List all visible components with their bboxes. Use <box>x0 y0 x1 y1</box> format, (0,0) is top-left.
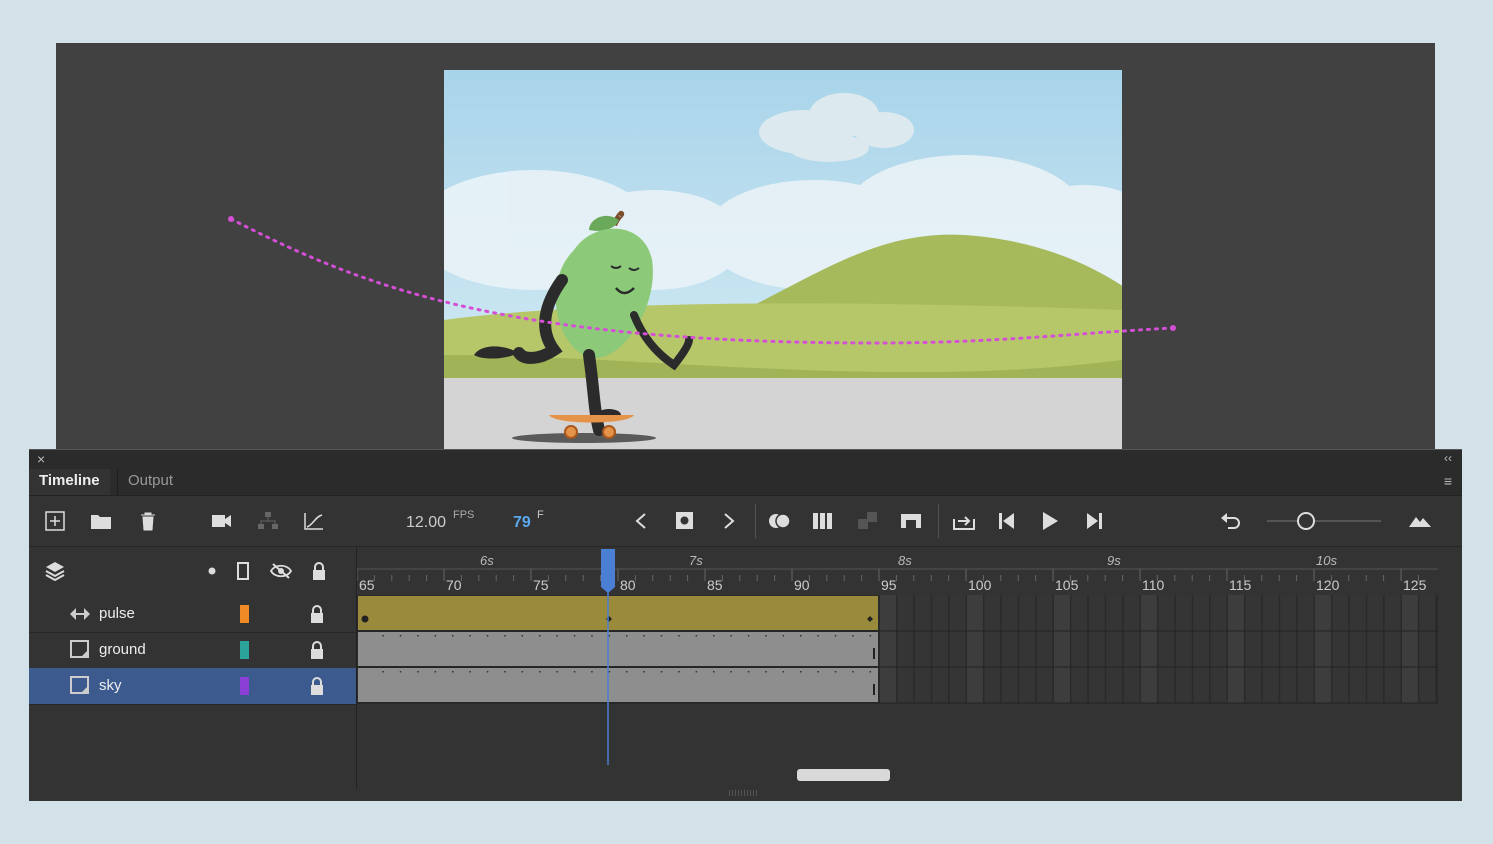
second-label: 6s <box>480 553 494 568</box>
step-back-icon[interactable] <box>993 506 1023 536</box>
layers-list: pulse ground sky <box>29 547 357 789</box>
play-icon[interactable] <box>1035 506 1065 536</box>
timeline-ruler[interactable]: 6s 7s 8s 9s 10s 65 70 75 80 85 90 95 100… <box>357 547 1438 596</box>
motion-tween-icon <box>69 603 91 625</box>
layers-header <box>29 547 356 595</box>
visibility-icon[interactable] <box>269 559 293 583</box>
zoom-slider-knob[interactable] <box>1297 512 1315 530</box>
insert-keyframe-icon[interactable] <box>670 506 700 536</box>
frame-number: 120 <box>1316 577 1340 593</box>
lock-icon[interactable] <box>307 559 331 583</box>
layer-color-swatch[interactable] <box>240 605 249 623</box>
frame-number: 115 <box>1229 577 1252 593</box>
zoom-slider-track[interactable] <box>1267 520 1381 522</box>
highlight-dot-icon[interactable] <box>200 559 224 583</box>
frame-number: 110 <box>1142 577 1165 593</box>
lock-icon[interactable] <box>309 604 325 629</box>
next-keyframe-icon[interactable] <box>714 506 744 536</box>
fps-value[interactable]: 12.00 <box>406 514 446 532</box>
lock-icon[interactable] <box>309 640 325 665</box>
undo-icon[interactable] <box>1216 506 1246 536</box>
stage-canvas[interactable] <box>414 70 1164 453</box>
frame-number: 90 <box>794 577 810 593</box>
second-label: 10s <box>1316 553 1337 568</box>
frames-area[interactable]: 6s 7s 8s 9s 10s 65 70 75 80 85 90 95 100… <box>357 547 1438 789</box>
fit-icon[interactable] <box>1405 506 1435 536</box>
playhead[interactable] <box>597 547 621 767</box>
new-folder-icon[interactable] <box>86 506 116 536</box>
panel-titlebar: × ‹‹ <box>29 450 1462 469</box>
frame-number: 100 <box>968 577 992 593</box>
panel-menu-icon[interactable]: ≡ <box>1444 473 1452 489</box>
frame-number: 80 <box>620 577 636 593</box>
frame-number: 95 <box>881 577 897 593</box>
timeline-toolbar: 12.00 FPS 79 F <box>29 496 1462 547</box>
layer-row-sky[interactable]: sky <box>29 668 356 705</box>
step-forward-icon[interactable] <box>1078 506 1108 536</box>
frame-tracks[interactable] <box>357 595 1438 789</box>
current-frame-value[interactable]: 79 <box>513 514 531 532</box>
new-layer-icon[interactable] <box>40 506 70 536</box>
edit-multiple-frames-icon[interactable] <box>809 506 839 536</box>
layer-color-swatch[interactable] <box>240 677 249 695</box>
keyframe-marker <box>361 615 369 623</box>
panel-tabs: Timeline Output ≡ <box>29 469 1462 496</box>
layer-color-swatch[interactable] <box>240 641 249 659</box>
delete-icon[interactable] <box>133 506 163 536</box>
frame-number: 105 <box>1055 577 1079 593</box>
layer-name: pulse <box>99 605 135 622</box>
horizontal-scrollbar[interactable] <box>797 769 890 781</box>
stage-pasteboard[interactable] <box>56 43 1435 453</box>
create-tween-icon[interactable] <box>853 506 883 536</box>
graphic-layer-icon <box>69 675 91 697</box>
onion-skin-icon[interactable] <box>765 506 795 536</box>
layer-name: ground <box>99 641 146 658</box>
second-label: 8s <box>898 553 912 568</box>
resize-grip[interactable] <box>729 790 759 796</box>
frame-number: 125 <box>1403 577 1427 593</box>
collapse-icon[interactable]: ‹‹ <box>1444 451 1452 465</box>
frame-number: 65 <box>359 577 375 593</box>
ease-graph-icon[interactable] <box>299 506 329 536</box>
layer-row-ground[interactable]: ground <box>29 632 356 669</box>
previous-keyframe-icon[interactable] <box>626 506 656 536</box>
second-label: 7s <box>689 553 703 568</box>
frame-number: 85 <box>707 577 723 593</box>
timeline-panel: × ‹‹ Timeline Output ≡ 12.00 FPS 79 F pu… <box>29 449 1462 801</box>
scene-artwork <box>414 70 1164 453</box>
frame-unit: F <box>537 509 544 521</box>
close-icon[interactable]: × <box>37 451 45 467</box>
second-label: 9s <box>1107 553 1121 568</box>
lock-icon[interactable] <box>309 676 325 701</box>
loop-icon[interactable] <box>949 506 979 536</box>
frame-number: 70 <box>446 577 462 593</box>
camera-icon[interactable] <box>207 506 237 536</box>
frame-number: 75 <box>533 577 549 593</box>
layer-row-pulse[interactable]: pulse <box>29 596 356 633</box>
layer-name: sky <box>99 677 122 694</box>
outline-icon[interactable] <box>231 559 255 583</box>
fps-unit: FPS <box>453 509 475 521</box>
insert-blank-keyframe-icon[interactable] <box>896 506 926 536</box>
layers-icon[interactable] <box>43 559 67 583</box>
layer-depth-icon[interactable] <box>253 506 283 536</box>
tab-timeline[interactable]: Timeline <box>29 469 110 495</box>
tab-output[interactable]: Output <box>117 469 183 495</box>
graphic-layer-icon <box>69 639 91 661</box>
